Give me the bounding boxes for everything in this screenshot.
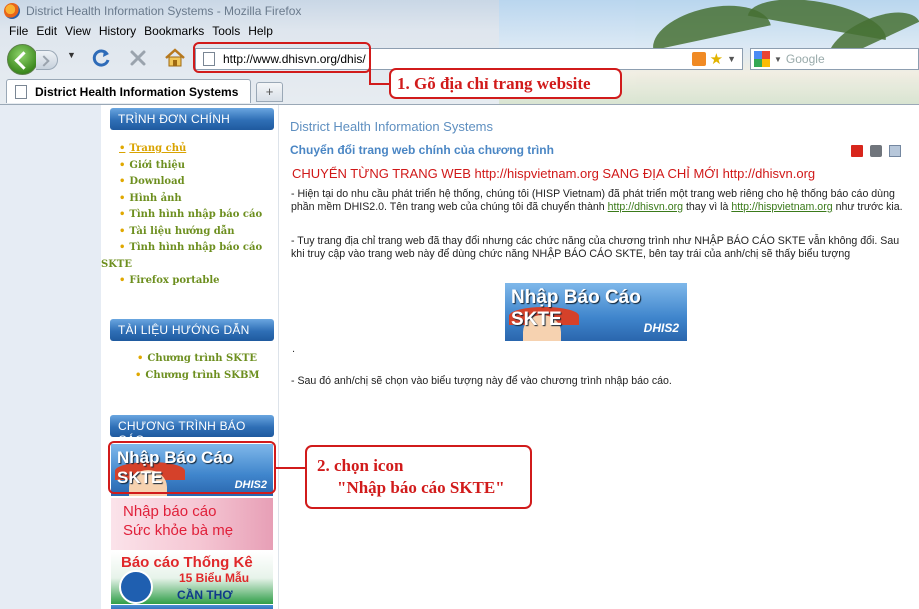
menu-link-skte-wrap[interactable]: SKTE (101, 257, 262, 274)
menu-link-images[interactable]: • Hình ảnh (119, 191, 262, 208)
pdf-icon[interactable] (851, 145, 863, 157)
window-title: District Health Information Systems - Mo… (26, 4, 302, 18)
menu-link-about[interactable]: • Giới thiệu (119, 158, 262, 175)
paragraph-1: - Hiện tại do nhu cầu phát triển hệ thốn… (291, 188, 903, 213)
paragraph-2: - Tuy trang địa chỉ trang web đã thay đổ… (291, 235, 900, 260)
skbm-entry-banner[interactable]: Nhập báo cáo Sức khỏe bà mẹ (111, 498, 273, 550)
page-gutter (0, 105, 101, 609)
search-engine-dropdown-icon[interactable]: ▼ (774, 55, 782, 64)
web-page: TRÌNH ĐƠN CHÍNH • Trang chủ • Giới thiệu •… (0, 104, 919, 609)
ct-banner-line3: CẦN THƠ (177, 588, 233, 602)
skte-highlight-box (108, 441, 276, 494)
menu-link-report-status[interactable]: • Tình hình nhập báo cáo (119, 207, 262, 224)
article-tools (851, 145, 901, 157)
paragraph-3: - Sau đó anh/chị sẽ chọn vào biểu tượng … (291, 375, 672, 387)
menu-history[interactable]: History (96, 23, 141, 41)
separator-dot: . (292, 343, 296, 355)
tab-page-icon (15, 84, 27, 99)
stop-icon[interactable] (128, 48, 148, 68)
skbm-banner-line2: Sức khỏe bà mẹ (123, 522, 234, 539)
callout-1-connector (369, 68, 371, 84)
article-title[interactable]: Chuyển đổi trang web chính của chương tr… (290, 143, 554, 157)
tab-label: District Health Information Systems (35, 84, 239, 99)
sidebar: TRÌNH ĐƠN CHÍNH • Trang chủ • Giới thiệu •… (101, 105, 279, 609)
menu-tools[interactable]: Tools (209, 23, 245, 41)
ct-banner-line2: 15 Biểu Mẫu (179, 571, 250, 585)
url-highlight-box (193, 42, 371, 73)
guide-link-skbm[interactable]: • Chương trình SKBM (135, 368, 259, 385)
forward-button[interactable] (36, 50, 58, 70)
health-emblem-icon (119, 570, 153, 604)
url-dropdown-icon[interactable]: ▼ (727, 54, 736, 64)
menu-edit[interactable]: Edit (33, 23, 62, 41)
link-hispvietnam[interactable]: http://hispvietnam.org (731, 201, 832, 213)
google-icon[interactable] (754, 51, 770, 67)
skte-example-banner[interactable]: Nhập Báo Cáo SKTE DHIS2 (505, 283, 687, 341)
link-dhisvn[interactable]: http://dhisvn.org (608, 201, 683, 213)
guide-link-skte[interactable]: • Chương trình SKTE (137, 351, 259, 368)
article-headline: CHUYỂN TỪNG TRANG WEB http://hispvietnam… (292, 166, 816, 181)
menu-help[interactable]: Help (245, 23, 278, 41)
rss-feed-icon[interactable] (691, 52, 706, 66)
title-bar: District Health Information Systems - Mo… (0, 0, 919, 22)
menu-file[interactable]: File (6, 23, 33, 41)
menu-link-download[interactable]: • Download (119, 174, 262, 191)
callout-step-2: 2. chọn icon "Nhập báo cáo SKTE" (305, 445, 532, 509)
main-menu-header: TRÌNH ĐƠN CHÍNH (110, 108, 274, 130)
search-input[interactable]: Google (786, 52, 825, 66)
ct-banner-line1: Báo cáo Thống Kê (121, 554, 253, 571)
callout-1-connector-h (369, 83, 391, 85)
menu-bookmarks[interactable]: Bookmarks (141, 23, 209, 41)
bookmark-star-icon[interactable]: ★ (710, 50, 723, 68)
search-bar[interactable]: ▼ Google (750, 48, 919, 70)
back-button[interactable] (7, 44, 38, 75)
menu-bar: File Edit View History Bookmarks Tools H… (0, 23, 330, 41)
can-tho-report-banner[interactable]: Báo cáo Thống Kê 15 Biểu Mẫu CẦN THƠ (111, 552, 273, 604)
guide-list: • Chương trình SKTE • Chương trình SKBM (135, 351, 259, 385)
firefox-logo-icon (4, 3, 20, 19)
menu-view[interactable]: View (62, 23, 96, 41)
email-icon[interactable] (889, 145, 901, 157)
menu-link-firefox-portable[interactable]: • Firefox portable (119, 273, 262, 290)
home-icon[interactable] (164, 47, 186, 69)
main-menu-list: • Trang chủ • Giới thiệu • Download • Hình ả… (101, 141, 262, 290)
new-tab-button[interactable]: + (256, 82, 283, 102)
next-banner[interactable] (111, 605, 273, 609)
tab-dhis[interactable]: District Health Information Systems (6, 79, 251, 103)
menu-link-guides[interactable]: • Tài liệu hướng dẫn (119, 224, 262, 241)
center-dhis2-logo: DHIS2 (643, 321, 679, 335)
history-dropdown-icon[interactable]: ▼ (67, 50, 81, 68)
menu-link-report-status-skte[interactable]: • Tình hình nhập báo cáo (119, 240, 262, 257)
callout-step-2-line1: 2. chọn icon (317, 456, 404, 475)
guide-header: TÀI LIỆU HƯỚNG DẪN (110, 319, 274, 341)
callout-2-connector (276, 467, 306, 469)
callout-step-1: 1. Gõ địa chỉ trang website (389, 68, 622, 99)
reload-icon[interactable] (92, 48, 112, 68)
site-title: District Health Information Systems (290, 119, 494, 134)
callout-step-2-line2: "Nhập báo cáo SKTE" (337, 478, 505, 497)
skbm-banner-line1: Nhập báo cáo (123, 503, 217, 520)
menu-link-home[interactable]: • Trang chủ (119, 141, 262, 158)
print-icon[interactable] (870, 145, 882, 157)
report-program-header: CHƯƠNG TRÌNH BÁO CÁO (110, 415, 274, 447)
